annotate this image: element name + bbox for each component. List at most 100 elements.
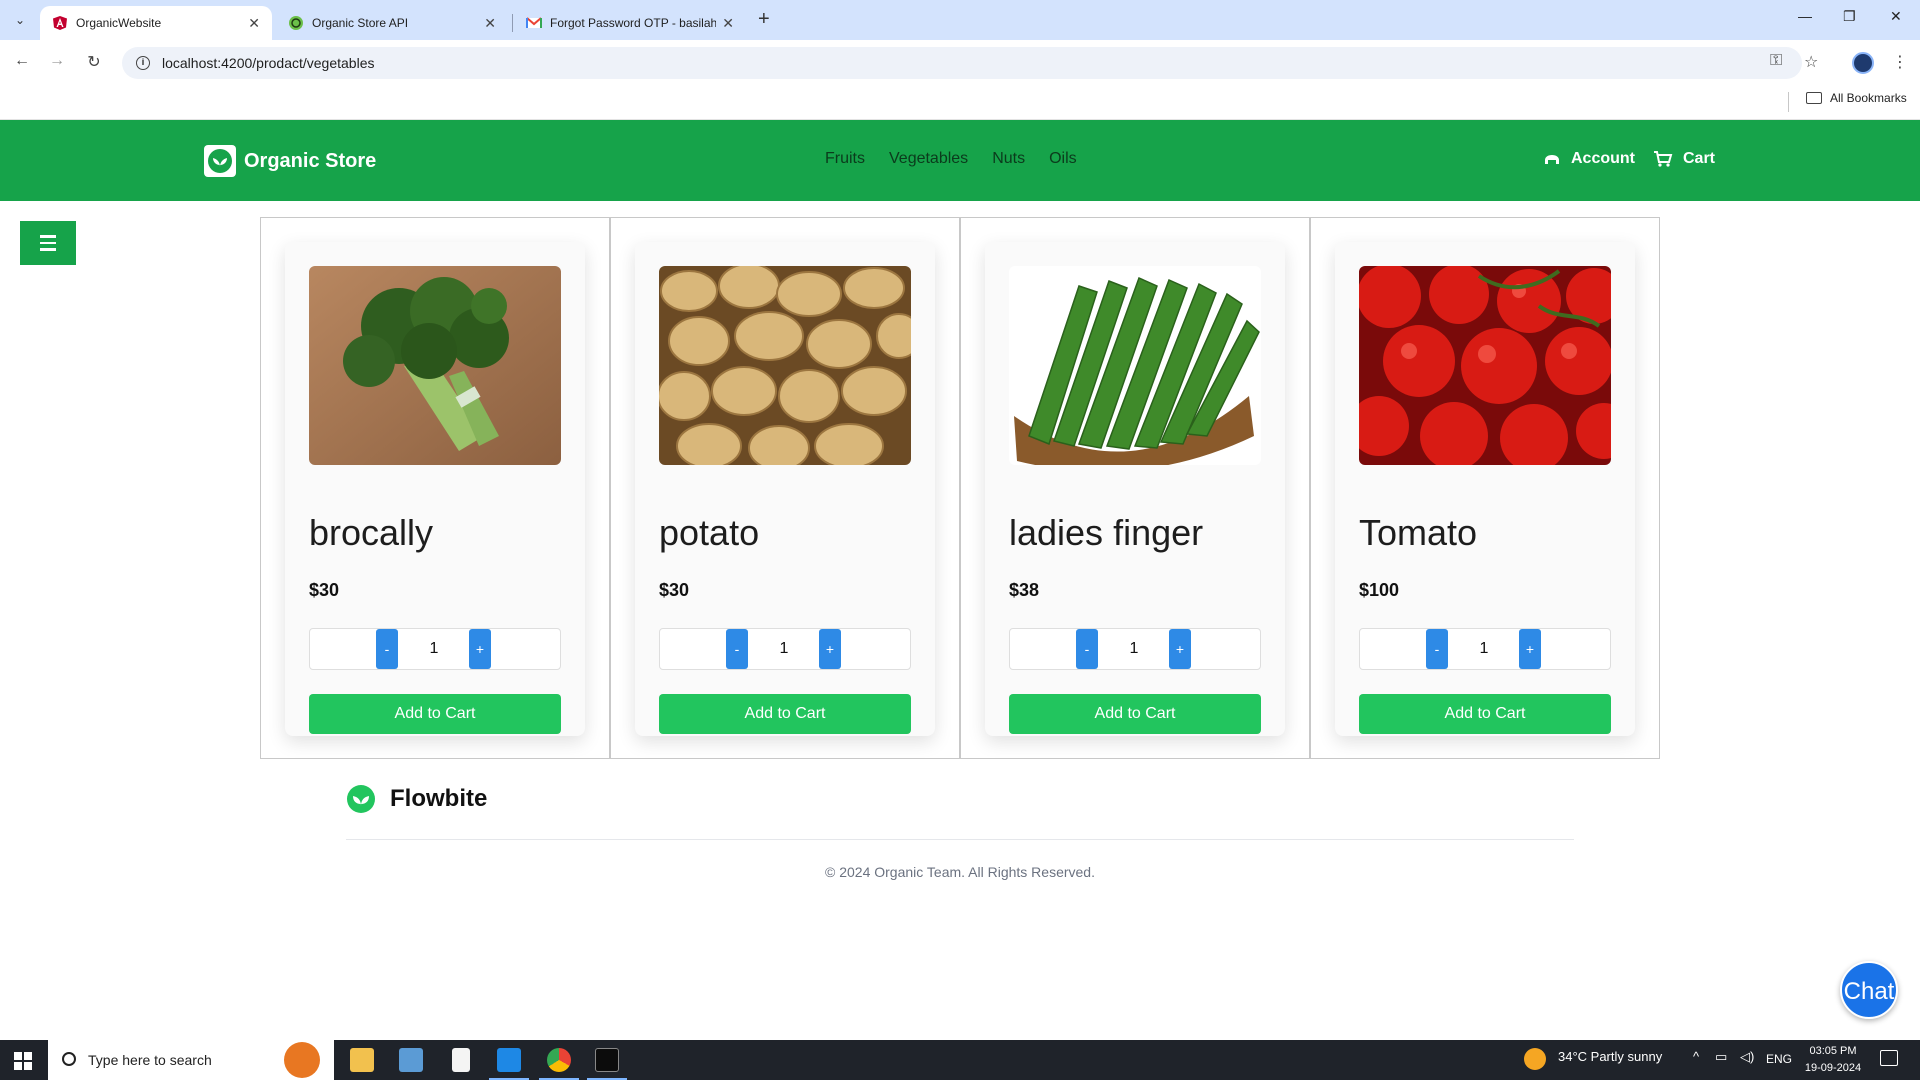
forward-arrow-icon[interactable]: → — [46, 52, 68, 70]
window-close-icon[interactable]: ✕ — [1890, 8, 1902, 25]
close-tab-icon[interactable]: ✕ — [484, 15, 496, 32]
decrease-quantity-button[interactable]: - — [726, 629, 748, 669]
taskbar-search-box[interactable]: Type here to search — [48, 1040, 334, 1080]
product-card: Tomato $100 - 1 + Add to Cart — [1335, 242, 1635, 736]
windows-start-icon[interactable] — [14, 1052, 32, 1070]
profile-avatar[interactable] — [1852, 52, 1874, 74]
hamburger-line — [40, 248, 56, 251]
browser-tab-strip: ⌄ OrganicWebsite ✕ Organic Store API ✕ F… — [0, 0, 1920, 40]
product-card: potato $30 - 1 + Add to Cart — [635, 242, 935, 736]
angular-favicon-icon — [53, 16, 67, 30]
vscode-icon[interactable] — [497, 1048, 521, 1072]
new-tab-plus-icon[interactable]: + — [758, 8, 770, 31]
api-favicon-icon — [289, 16, 303, 30]
chrome-icon[interactable] — [547, 1048, 571, 1072]
footer-brand-link[interactable]: Flowbite — [346, 784, 487, 814]
quantity-value[interactable]: 1 — [1106, 629, 1162, 669]
close-tab-icon[interactable]: ✕ — [722, 15, 734, 32]
notepad-icon[interactable] — [452, 1048, 470, 1072]
search-highlight-icon — [284, 1042, 320, 1078]
quantity-value[interactable]: 1 — [406, 629, 462, 669]
tab-title: OrganicWebsite — [76, 16, 162, 30]
site-info-icon[interactable]: i — [136, 56, 150, 70]
header-actions: Account Cart — [1543, 150, 1715, 168]
volume-icon[interactable]: ◁) — [1740, 1049, 1754, 1065]
bookmark-star-icon[interactable]: ☆ — [1804, 52, 1818, 72]
cart-link[interactable]: Cart — [1653, 150, 1715, 168]
product-card: ladies finger $38 - 1 + Add to Cart — [985, 242, 1285, 736]
restore-icon[interactable]: ❐ — [1843, 8, 1856, 25]
increase-quantity-button[interactable]: + — [1519, 629, 1541, 669]
account-icon — [1545, 155, 1559, 164]
tab-title: Forgot Password OTP - basilaha — [550, 16, 717, 30]
decrease-quantity-button[interactable]: - — [376, 629, 398, 669]
tab-title: Organic Store API — [312, 16, 409, 30]
reload-icon[interactable]: ↻ — [83, 52, 105, 72]
nav-vegetables[interactable]: Vegetables — [889, 150, 968, 168]
add-to-cart-button[interactable]: Add to Cart — [309, 694, 561, 734]
decrease-quantity-button[interactable]: - — [1426, 629, 1448, 669]
nav-fruits[interactable]: Fruits — [825, 150, 865, 168]
password-key-icon[interactable]: ⚿ — [1770, 52, 1782, 70]
weather-icon[interactable] — [1524, 1048, 1546, 1070]
product-image-potatoes — [659, 266, 911, 465]
weather-text[interactable]: 34°C Partly sunny — [1558, 1049, 1662, 1064]
quantity-value[interactable]: 1 — [1456, 629, 1512, 669]
tab-organic-store-api[interactable]: Organic Store API ✕ — [276, 6, 508, 40]
chat-button[interactable]: Chat — [1840, 961, 1898, 1019]
nav-nuts[interactable]: Nuts — [992, 150, 1025, 168]
tab-search-chevron-icon[interactable]: ⌄ — [10, 10, 30, 30]
main-nav: Fruits Vegetables Nuts Oils — [825, 150, 1077, 168]
tab-gmail[interactable]: Forgot Password OTP - basilaha ✕ — [514, 6, 746, 40]
product-price: $30 — [659, 580, 690, 600]
language-indicator[interactable]: ENG — [1766, 1052, 1792, 1066]
folder-icon — [1806, 92, 1822, 104]
back-arrow-icon[interactable]: ← — [11, 52, 33, 70]
add-to-cart-button[interactable]: Add to Cart — [1009, 694, 1261, 734]
terminal-icon[interactable] — [595, 1048, 619, 1072]
product-cell: Tomato $100 - 1 + Add to Cart — [1310, 217, 1660, 759]
browser-menu-icon[interactable]: ⋮ — [1892, 52, 1908, 72]
clock-date: 19-09-2024 — [1804, 1062, 1862, 1074]
product-grid: brocally $30 - 1 + Add to Cart potato $3… — [260, 217, 1660, 759]
quantity-stepper: - 1 + — [1359, 628, 1611, 670]
product-name: ladies finger — [1009, 512, 1204, 553]
hamburger-line — [40, 235, 56, 238]
quantity-value[interactable]: 1 — [756, 629, 812, 669]
bookmarks-bar — [0, 86, 1920, 120]
add-to-cart-button[interactable]: Add to Cart — [1359, 694, 1611, 734]
footer-brand-name: Flowbite — [390, 785, 488, 812]
nav-oils[interactable]: Oils — [1049, 150, 1077, 168]
product-name: Tomato — [1359, 512, 1478, 553]
product-name: brocally — [309, 512, 434, 553]
taskbar-clock[interactable]: 03:05 PM 19-09-2024 — [1800, 1043, 1866, 1077]
search-icon — [62, 1052, 76, 1066]
add-to-cart-button[interactable]: Add to Cart — [659, 694, 911, 734]
increase-quantity-button[interactable]: + — [819, 629, 841, 669]
product-price: $38 — [1009, 580, 1040, 600]
file-explorer-icon[interactable] — [350, 1048, 374, 1072]
product-image-tomatoes — [1359, 266, 1611, 465]
increase-quantity-button[interactable]: + — [1169, 629, 1191, 669]
product-cell: potato $30 - 1 + Add to Cart — [610, 217, 960, 759]
account-link[interactable]: Account — [1543, 150, 1635, 168]
tab-organic-website[interactable]: OrganicWebsite ✕ — [40, 6, 272, 40]
network-icon[interactable]: ▭ — [1715, 1049, 1727, 1065]
address-bar[interactable]: i localhost:4200/prodact/vegetables — [122, 47, 1802, 79]
increase-quantity-button[interactable]: + — [469, 629, 491, 669]
product-cell: brocally $30 - 1 + Add to Cart — [260, 217, 610, 759]
quantity-stepper: - 1 + — [1009, 628, 1261, 670]
minimize-icon[interactable]: — — [1798, 8, 1812, 24]
tray-chevron-icon[interactable]: ^ — [1693, 1049, 1699, 1064]
sidebar-toggle-button[interactable] — [20, 221, 76, 265]
close-tab-icon[interactable]: ✕ — [248, 15, 260, 32]
microsoft-store-icon[interactable] — [399, 1048, 423, 1072]
quantity-stepper: - 1 + — [309, 628, 561, 670]
notification-center-icon[interactable] — [1880, 1050, 1898, 1066]
brand-link[interactable]: Organic Store — [204, 145, 376, 177]
copyright-text: © 2024 Organic Team. All Rights Reserved… — [825, 864, 1095, 880]
product-price: $100 — [1359, 580, 1400, 600]
decrease-quantity-button[interactable]: - — [1076, 629, 1098, 669]
product-card: brocally $30 - 1 + Add to Cart — [285, 242, 585, 736]
all-bookmarks-button[interactable]: All Bookmarks — [1806, 91, 1907, 105]
